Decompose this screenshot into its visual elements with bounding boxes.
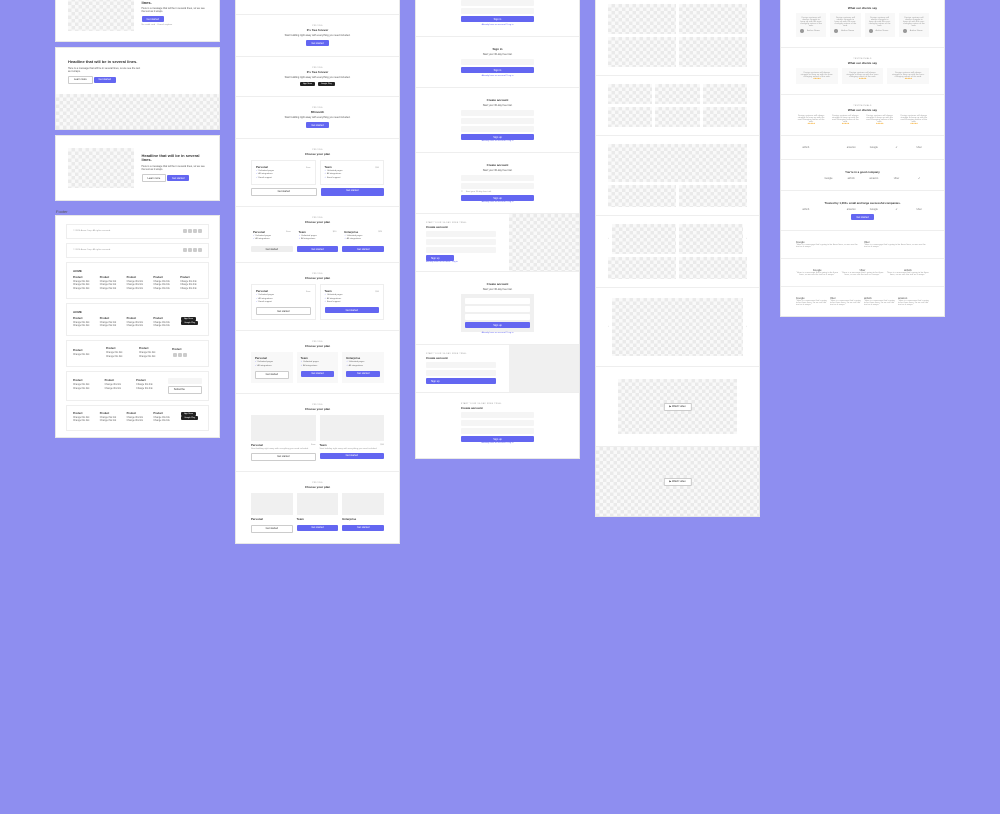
auth-create-2: Create account Start your 30-day free tr… [416, 152, 579, 213]
pricing-single-price: Pricing $5/month Start building right aw… [236, 96, 399, 138]
logo-row-trusted: Trusted by 1,000+ small and large succes… [781, 190, 944, 230]
apple-logo-icon [796, 177, 816, 180]
pricing-group: Pricing Pricing It's free forever Start … [235, 0, 400, 544]
play-button[interactable]: ▶ Watch video [663, 403, 691, 411]
gallery-carousel-2: ‹ › [596, 215, 759, 287]
carousel-next-button[interactable]: › [746, 238, 747, 240]
auth-create-1: Create account Start your 30-day free tr… [416, 87, 579, 152]
testimonials-row-stars: Testimonials What our clients say Design… [781, 47, 944, 94]
carousel-prev-button[interactable]: ‹ [608, 326, 609, 328]
playstore-badge[interactable]: Google Play [181, 321, 198, 325]
email-input[interactable] [461, 59, 534, 65]
play-button[interactable]: ▶ Watch video [663, 478, 691, 486]
logo-row-headline: You're in a good company Googleairbnbama… [781, 159, 944, 190]
pricing-2col-boxed: PricingChoose your plan PersonalFreeUnli… [236, 262, 399, 330]
nike-logo-icon: ✔ [909, 177, 929, 180]
pricing-free: Pricing It's free forever Start building… [236, 14, 399, 56]
cta-secondary[interactable]: Learn more [68, 76, 93, 84]
testimonial-logo-4: Google"Here is a message that's going to… [781, 286, 944, 316]
footer-group: Footer © 2024 Acme Corp. All rights rese… [55, 215, 220, 438]
hero-headline: Headline that will be in several lines. [142, 0, 208, 5]
email-input[interactable] [461, 0, 534, 6]
auth-create-narrow: Start your 30-day free trial. Create acc… [416, 392, 579, 458]
playstore-badge[interactable]: Google Play [318, 82, 335, 86]
appstore-badge[interactable]: App Store [300, 82, 315, 86]
carousel-next-button[interactable]: › [746, 326, 747, 328]
hero-variant-split-left: Headline that will be in several lines. … [55, 0, 220, 42]
social-proof-group: What our clients say Design systems will… [780, 0, 945, 317]
pricing-3col-boxed: PricingChoose your plan PersonalUnlimite… [236, 330, 399, 393]
auth-create-split-left: Start your 30-day free trial. Create acc… [416, 213, 579, 271]
testimonials-row-avatar: What our clients say Design systems will… [781, 0, 944, 47]
signin-button[interactable]: Sign in [461, 16, 534, 22]
auth-group: Sign in Already have an account? Log in … [415, 0, 580, 459]
gallery-carousel-1: ‹ › [596, 287, 759, 366]
gallery-fullbleed: ▶ Watch video [596, 446, 759, 516]
testimonials-row-4: Testimonials What our clients say Design… [781, 94, 944, 135]
apple-logo-icon [819, 146, 839, 149]
pricing-3col: PricingChoose your plan PersonalFreeUnli… [236, 206, 399, 263]
apple-logo-icon [819, 208, 839, 211]
carousel-prev-button[interactable]: ‹ [608, 238, 609, 240]
pricing-2col: PricingChoose your plan PersonalFreeUnli… [236, 138, 399, 206]
pricing-2col-image: PricingChoose your plan PersonalFreeStar… [236, 393, 399, 471]
testimonial-logo-3: Google"Here is a message that's going to… [781, 258, 944, 286]
auth-create-card: Create account Start your 30-day free tr… [416, 271, 579, 344]
cta-primary[interactable]: Get started [94, 77, 116, 83]
subscribe-input[interactable] [168, 378, 202, 384]
nike-logo-icon: ✔ [887, 146, 907, 149]
auth-signin: Sign in Start your 30-day free trial. Si… [416, 36, 579, 87]
auth-create-split-left-2: Start your 30-day free trial. Create acc… [416, 344, 579, 392]
gallery-video: ▶ Watch video [596, 366, 759, 446]
password-input[interactable] [461, 8, 534, 14]
pricing-free-apps: Pricing It's free forever Start building… [236, 56, 399, 96]
hero-sub: Here is a message that will be in severa… [142, 7, 208, 13]
pricing-3col-image: PricingChoose your plan PersonalGet star… [236, 471, 399, 543]
gallery-group: ‹ › ‹ › ▶ Watch video ▶ Watch video [595, 0, 760, 517]
logo-row-simple: airbnbamazonGoogle✔Uber [781, 135, 944, 159]
section-label-footer: Footer [56, 209, 68, 214]
hero-variant-split-right: Headline that will be in several lines. … [55, 135, 220, 201]
testimonial-logo-2: Google"Here is a message that's going to… [781, 230, 944, 258]
cta-primary[interactable]: Get started [142, 16, 164, 22]
nike-logo-icon: ✔ [887, 208, 907, 211]
hero-variant-bottom: Headline that will be in several lines. … [55, 47, 220, 130]
pricing-cta[interactable]: Get started [306, 40, 328, 46]
